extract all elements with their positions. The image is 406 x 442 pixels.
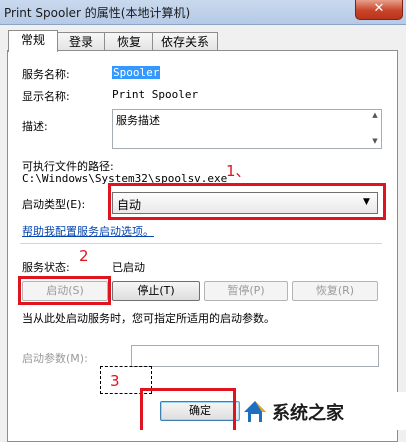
tab-dependencies[interactable]: 依存关系 xyxy=(152,32,218,51)
tab-general[interactable]: 常规 xyxy=(8,30,58,52)
annotation-number-1: 1、 xyxy=(226,162,251,180)
help-link[interactable]: 帮助我配置服务启动选项。 xyxy=(22,223,154,239)
start-params-input[interactable] xyxy=(131,345,379,367)
tab-logon[interactable]: 登录 xyxy=(56,32,106,51)
description-label: 描述: xyxy=(22,120,48,133)
ok-button[interactable]: 确定 xyxy=(160,401,240,421)
annotation-number-3: 3 xyxy=(110,372,120,390)
annotation-box-ok-top xyxy=(140,388,236,391)
annotation-box-ok-left xyxy=(140,388,143,430)
annotation-box-startup-type xyxy=(108,183,386,220)
stop-button[interactable]: 停止(T) xyxy=(112,281,200,301)
tab-recovery[interactable]: 恢复 xyxy=(104,32,154,51)
annotation-number-2: 2 xyxy=(79,247,89,265)
service-status-label: 服务状态: xyxy=(22,261,70,274)
pause-button[interactable]: 暂停(P) xyxy=(204,281,288,301)
display-name-value[interactable]: Print Spooler xyxy=(112,88,198,101)
service-name-value[interactable]: Spooler xyxy=(112,66,161,79)
description-text: 服务描述 xyxy=(116,114,160,127)
divider xyxy=(20,243,382,244)
watermark-text: 系统之家 xyxy=(272,403,344,424)
description-box[interactable]: 服务描述 ▲ ▼ xyxy=(112,109,382,149)
title-bar: Print Spooler 的属性(本地计算机) ✕ xyxy=(0,0,406,25)
close-icon: ✕ xyxy=(373,1,385,16)
startup-type-label: 启动类型(E): xyxy=(22,198,86,211)
close-button[interactable]: ✕ xyxy=(355,0,403,20)
display-name-label: 显示名称: xyxy=(22,90,70,103)
service-name-label: 服务名称: xyxy=(22,68,70,81)
scroll-up-icon[interactable]: ▲ xyxy=(370,110,380,120)
start-params-hint: 当从此处启动服务时，您可指定所适用的启动参数。 xyxy=(22,312,275,325)
window-title: Print Spooler 的属性(本地计算机) xyxy=(4,6,191,20)
service-status-value: 已启动 xyxy=(112,261,145,274)
resume-button[interactable]: 恢复(R) xyxy=(292,281,378,301)
start-params-label: 启动参数(M): xyxy=(22,352,88,365)
watermark: 系统之家 xyxy=(236,392,406,430)
logo-icon xyxy=(244,401,266,422)
scroll-down-icon[interactable]: ▼ xyxy=(370,136,380,146)
annotation-box-start xyxy=(18,276,111,305)
